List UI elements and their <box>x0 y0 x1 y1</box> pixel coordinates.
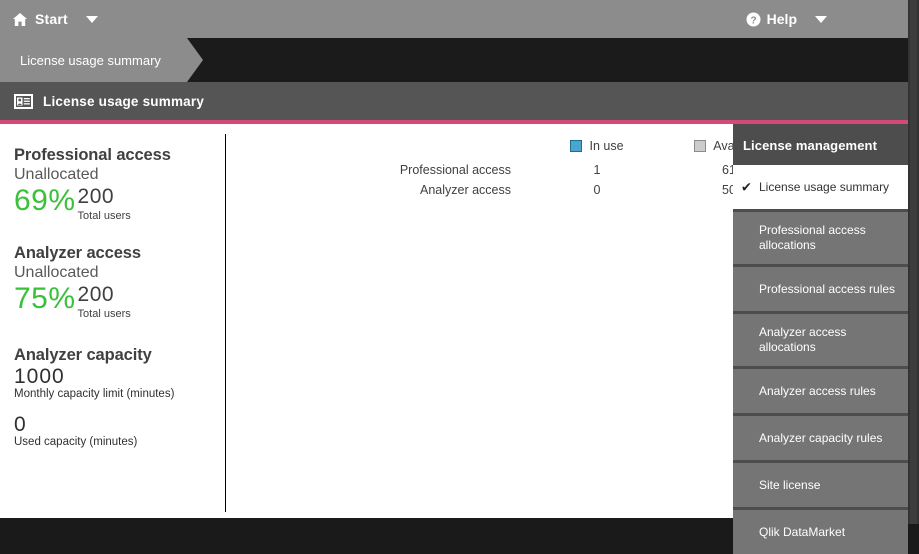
sidebar-item-label: Analyzer access allocations <box>759 325 847 354</box>
sidebar-item-label: Site license <box>759 477 821 492</box>
legend-label: In use <box>589 139 624 153</box>
svg-text:?: ? <box>750 15 756 26</box>
kpi-percent: 75% <box>14 282 76 315</box>
kpi-subtitle: Unallocated <box>14 264 99 281</box>
topbar-left-group: Start <box>0 11 98 27</box>
kpi-title: Analyzer access <box>14 244 141 262</box>
scrollbar-thumb[interactable] <box>910 0 917 524</box>
help-circle-icon: ? <box>746 12 761 27</box>
sidebar-heading: License management <box>743 138 878 153</box>
table-body: Professional access 1 61 Analyzer access… <box>266 160 795 200</box>
home-icon <box>12 12 28 27</box>
check-icon: ✔ <box>741 179 752 195</box>
kpi-block-analyzer-access: Analyzer access Unallocated 75% 200 Tota… <box>14 244 211 320</box>
sidebar-item-label: License usage summary <box>759 179 890 194</box>
application-window: Start ? Help License usage summary Licen… <box>0 0 919 554</box>
sidebar-item-label: Professional access rules <box>759 281 896 296</box>
page-title-bar: License usage summary <box>0 82 919 120</box>
sidebar-item-label: Analyzer capacity rules <box>759 430 883 445</box>
start-chevron-down-icon[interactable] <box>85 15 98 23</box>
start-menu-label[interactable]: Start <box>35 11 68 27</box>
legend-swatch-in-use-icon <box>570 140 583 152</box>
license-management-sidebar: License management ✔ License usage summa… <box>733 124 908 554</box>
row-in-use-value: 0 <box>593 183 601 197</box>
kpi-count: 200 <box>77 283 115 306</box>
kpi-count-group: 200 Total users <box>78 284 131 320</box>
breadcrumb-arrow-icon <box>186 38 203 82</box>
kpi-block-analyzer-capacity: Analyzer capacity 1000 Monthly capacity … <box>14 346 211 448</box>
breadcrumb-label: License usage summary <box>20 52 161 68</box>
sidebar-item-license-usage-summary[interactable]: ✔ License usage summary <box>733 165 908 209</box>
legend-swatch-available-icon <box>694 140 707 152</box>
table-row: Professional access 1 61 <box>266 160 795 180</box>
sidebar-item-analyzer-access-rules[interactable]: Analyzer access rules <box>733 369 908 413</box>
capacity-used-value: 0 <box>14 413 27 437</box>
sidebar-item-professional-access-rules[interactable]: Professional access rules <box>733 267 908 311</box>
license-usage-table: In use Available Professional a <box>266 134 795 200</box>
sidebar-item-label: Analyzer access rules <box>759 383 876 398</box>
help-chevron-down-icon[interactable] <box>815 15 827 23</box>
kpi-count-label: Total users <box>77 210 131 222</box>
kpi-title: Professional access <box>14 146 171 164</box>
license-card-icon <box>14 93 33 109</box>
row-in-use-value: 1 <box>593 163 601 177</box>
sidebar-item-label: Professional access allocations <box>759 223 866 252</box>
table-header-row: In use Available <box>266 134 795 160</box>
breadcrumb-strip: License usage summary <box>0 38 919 82</box>
table-header: In use Available <box>266 134 795 160</box>
capacity-used-label: Used capacity (minutes) <box>14 436 138 449</box>
top-navigation-bar: Start ? Help <box>0 0 919 38</box>
kpi-summary-panel: Professional access Unallocated 69% 200 … <box>0 124 225 518</box>
kpi-subtitle: Unallocated <box>14 166 99 183</box>
kpi-values-row: 75% 200 Total users <box>14 282 211 321</box>
kpi-count-label: Total users <box>77 308 131 320</box>
help-menu-label[interactable]: Help <box>767 11 797 27</box>
sidebar-item-site-license[interactable]: Site license <box>733 463 908 507</box>
sidebar-item-professional-access-allocations[interactable]: Professional access allocations <box>733 212 908 264</box>
sidebar-item-analyzer-capacity-rules[interactable]: Analyzer capacity rules <box>733 416 908 460</box>
breadcrumb-item-license-usage-summary[interactable]: License usage summary <box>0 38 203 82</box>
page-title: License usage summary <box>43 93 205 109</box>
sidebar-item-label: Qlik DataMarket <box>759 524 846 539</box>
sidebar-item-analyzer-access-allocations[interactable]: Analyzer access allocations <box>733 314 908 366</box>
kpi-count-group: 200 Total users <box>78 186 131 222</box>
row-label: Professional access <box>399 163 511 177</box>
topbar-right-group: ? Help <box>746 11 919 27</box>
capacity-limit-value: 1000 <box>14 365 65 388</box>
capacity-limit-label: Monthly capacity limit (minutes) <box>14 388 175 401</box>
kpi-values-row: 69% 200 Total users <box>14 184 211 223</box>
scrollbar-track[interactable] <box>908 0 919 524</box>
row-label: Analyzer access <box>419 183 511 197</box>
legend-item-in-use: In use <box>531 134 663 160</box>
header-spacer <box>266 134 531 160</box>
kpi-percent: 69% <box>14 184 76 217</box>
table-row: Analyzer access 0 50 <box>266 180 795 200</box>
sidebar-item-qlik-datamarket[interactable]: Qlik DataMarket <box>733 510 908 554</box>
kpi-count: 200 <box>77 185 115 208</box>
kpi-block-professional-access: Professional access Unallocated 69% 200 … <box>14 146 211 222</box>
kpi-title: Analyzer capacity <box>14 346 152 364</box>
